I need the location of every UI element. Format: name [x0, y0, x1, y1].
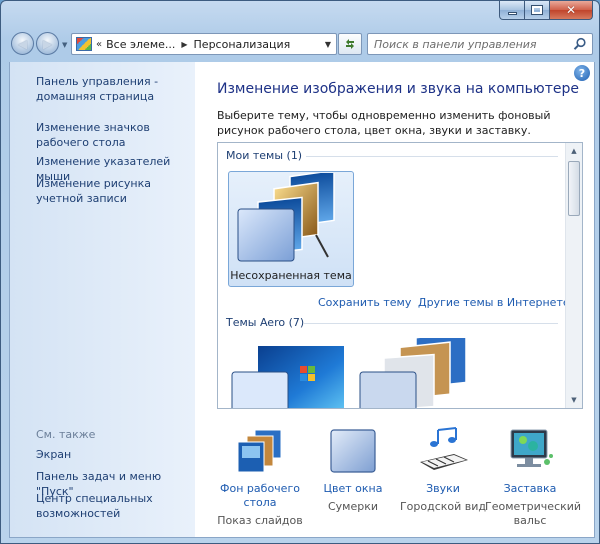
close-icon: ✕ [565, 3, 577, 17]
divider [304, 323, 558, 324]
maximize-button[interactable] [525, 1, 550, 20]
sidebar-item-desktop-icons[interactable]: Изменение значков рабочего стола [36, 120, 196, 150]
theme-preview-icon [237, 173, 335, 262]
page-description: Выберите тему, чтобы одновременно измени… [217, 109, 551, 137]
address-dropdown-icon[interactable]: ▼ [320, 40, 336, 49]
sounds-label[interactable]: Звуки [398, 482, 488, 496]
window-color-value: Сумерки [327, 500, 379, 513]
screensaver-value: Геометрический вальс [485, 500, 582, 527]
divider [306, 156, 558, 157]
more-themes-online-link[interactable]: Другие темы в Интернете [418, 296, 570, 309]
windows-theme-preview-icon [231, 346, 344, 408]
save-theme-link[interactable]: Сохранить тему [318, 296, 411, 309]
breadcrumb-personalization[interactable]: Персонализация [194, 38, 291, 51]
personalization-window: ✕ ◀ ▶ ▼ « Все элеме... ▶ Персонализация … [0, 0, 600, 544]
scroll-up-icon[interactable]: ▲ [566, 143, 582, 159]
sounds-icon [416, 426, 470, 476]
see-also-ease-of-access[interactable]: Центр специальных возможностей [36, 491, 196, 521]
theme-gallery: Мои темы (1) Несохраненная тема Сохранит… [217, 142, 583, 409]
breadcrumb-overflow[interactable]: « [96, 39, 102, 50]
see-also-heading: См. также [36, 428, 96, 441]
forward-arrow-icon: ▶ [42, 36, 53, 51]
sidebar: Панель управления - домашняя страница Из… [9, 62, 195, 538]
help-icon[interactable]: ? [574, 65, 590, 81]
architecture-theme-preview-icon [359, 331, 467, 408]
back-button[interactable]: ◀ [11, 32, 34, 55]
control-panel-icon [76, 37, 92, 51]
my-themes-heading: Мои темы (1) [226, 149, 303, 162]
theme-aero-windows7[interactable] [228, 338, 354, 408]
caption-buttons: ✕ [499, 1, 593, 20]
sidebar-item-account-picture[interactable]: Изменение рисунка учетной записи [36, 176, 196, 206]
breadcrumb-all-items[interactable]: Все элеме... [106, 38, 175, 51]
theme-aero-architecture[interactable] [356, 331, 482, 408]
breadcrumb-separator-icon[interactable]: ▶ [181, 40, 187, 49]
theme-unsaved[interactable]: Несохраненная тема [228, 171, 354, 287]
desktop-background-setting[interactable]: Фон рабочего стола Показ слайдов [215, 426, 305, 528]
window-color-icon [326, 426, 380, 476]
back-arrow-icon: ◀ [17, 36, 28, 51]
sidebar-item-home[interactable]: Панель управления - домашняя страница [36, 74, 196, 104]
minimize-button[interactable] [499, 1, 525, 20]
page-title: Изменение изображения и звука на компьют… [217, 81, 579, 97]
close-button[interactable]: ✕ [550, 1, 593, 20]
wallpaper-icon [233, 426, 287, 476]
window-color-label[interactable]: Цвет окна [308, 482, 398, 496]
sounds-setting[interactable]: Звуки Городской вид [398, 426, 488, 514]
desktop-background-value: Показ слайдов [217, 514, 303, 527]
main-content: ? Изменение изображения и звука на компь… [195, 62, 595, 538]
see-also-display[interactable]: Экран [36, 447, 196, 462]
search-input[interactable] [374, 37, 564, 51]
search-box[interactable] [367, 33, 593, 55]
recent-pages-dropdown[interactable]: ▼ [62, 41, 67, 49]
theme-scrollbar[interactable]: ▲ ▼ [565, 143, 582, 408]
minimize-icon [507, 11, 517, 15]
screensaver-setting[interactable]: Заставка Геометрический вальс [485, 426, 582, 528]
scroll-thumb[interactable] [568, 161, 580, 216]
theme-name: Несохраненная тема [230, 269, 352, 282]
window-color-setting[interactable]: Цвет окна Сумерки [308, 426, 398, 514]
refresh-button[interactable] [338, 33, 362, 55]
screensaver-label[interactable]: Заставка [485, 482, 575, 496]
maximize-icon [531, 5, 543, 15]
screensaver-icon [503, 426, 557, 476]
search-icon[interactable] [573, 37, 587, 51]
sounds-value: Городской вид [399, 500, 487, 513]
aero-themes-heading: Темы Aero (7) [226, 316, 305, 329]
refresh-icon [346, 39, 354, 49]
scroll-down-icon[interactable]: ▼ [566, 392, 582, 408]
address-bar[interactable]: « Все элеме... ▶ Персонализация ▼ [71, 33, 337, 55]
forward-button[interactable]: ▶ [36, 32, 59, 55]
desktop-background-label[interactable]: Фон рабочего стола [215, 482, 305, 510]
